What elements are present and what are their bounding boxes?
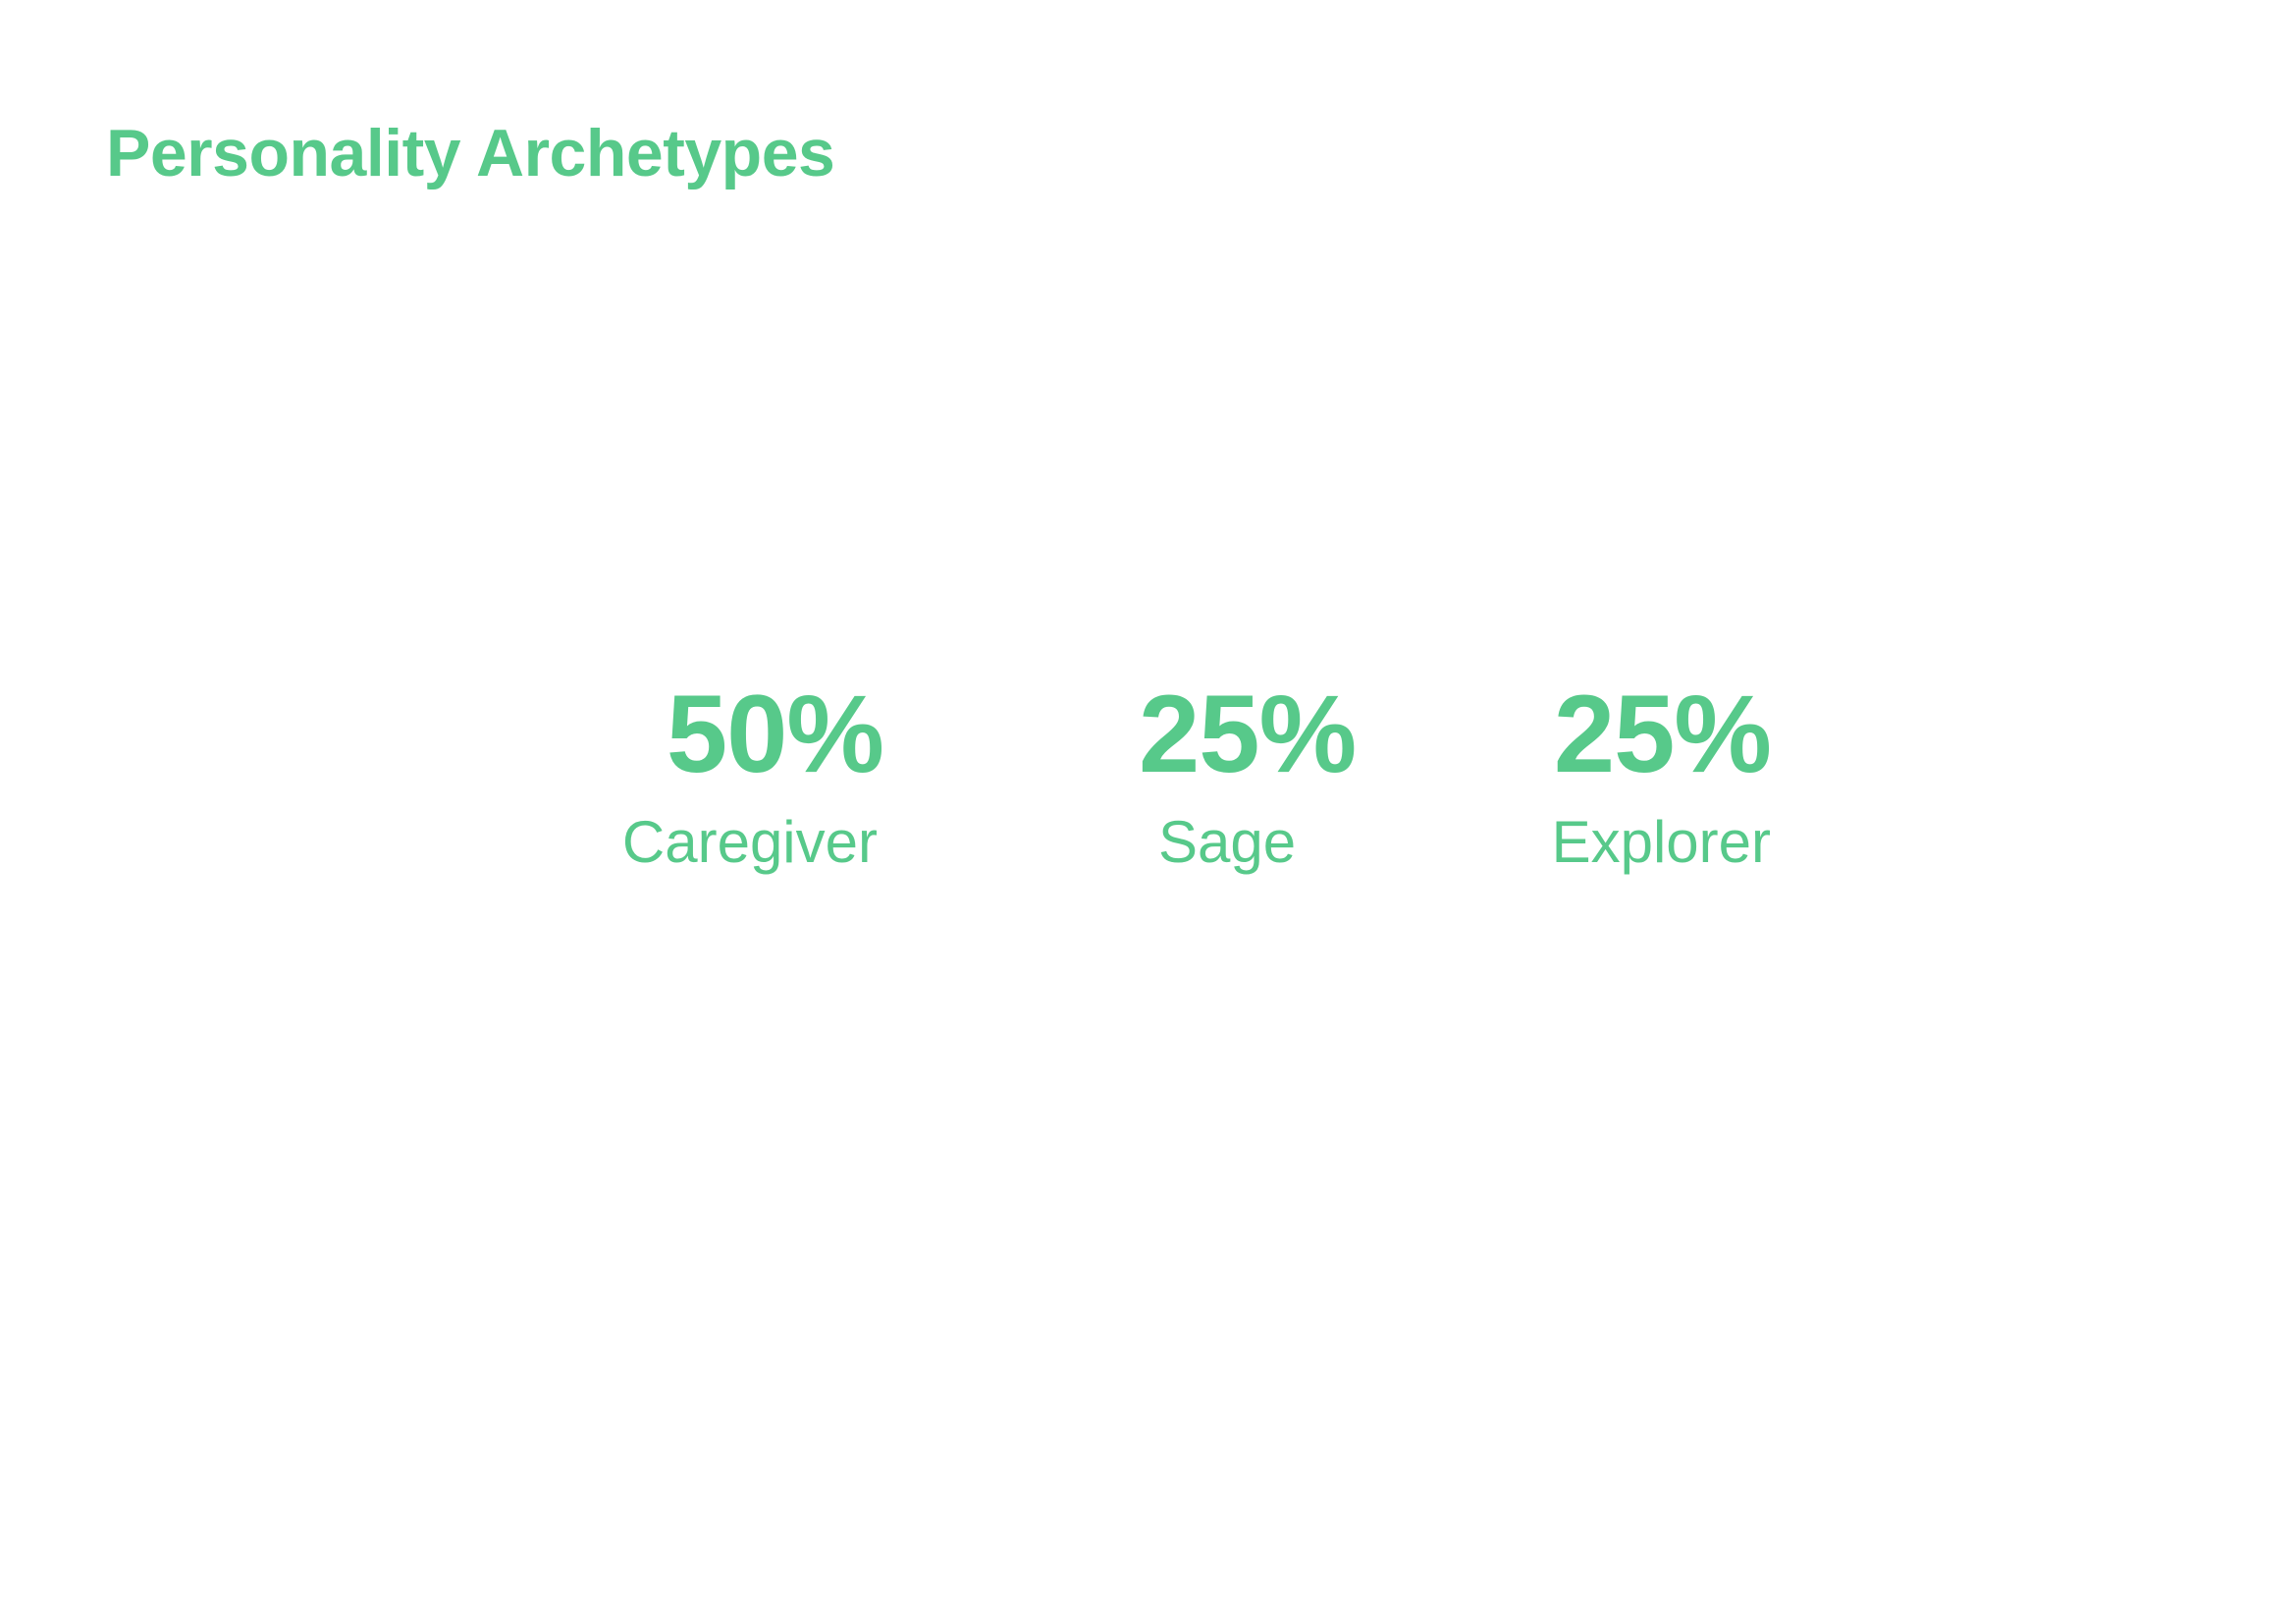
stat-label: Caregiver xyxy=(621,809,878,875)
stat-label: Sage xyxy=(1158,809,1297,875)
stat-value: 25% xyxy=(1139,673,1357,795)
page-title: Personality Archetypes xyxy=(106,115,835,190)
stat-caregiver: 50% Caregiver xyxy=(621,673,884,875)
stat-value: 25% xyxy=(1553,673,1772,795)
stat-value: 50% xyxy=(666,673,884,795)
stat-label: Explorer xyxy=(1551,809,1771,875)
stat-sage: 25% Sage xyxy=(1139,673,1357,875)
stat-explorer: 25% Explorer xyxy=(1551,673,1772,875)
